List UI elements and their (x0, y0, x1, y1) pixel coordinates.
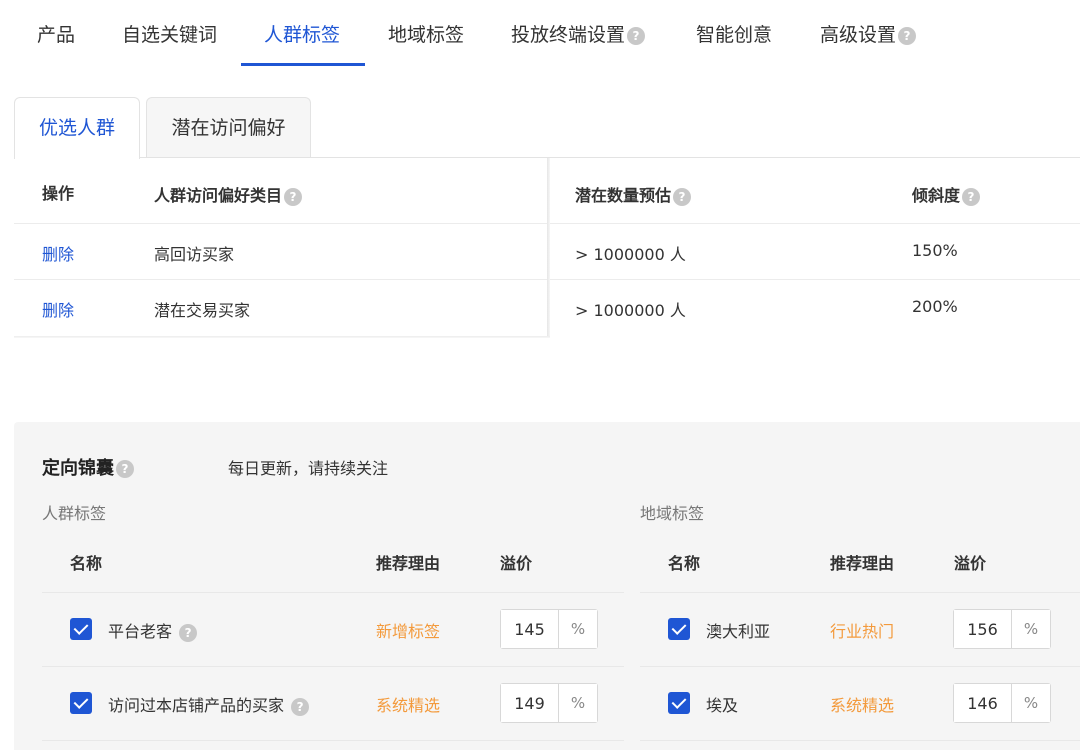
col-header-reason: 推荐理由 (376, 554, 441, 573)
audience-name: 平台老客 ? (108, 618, 198, 642)
row-divider (42, 666, 624, 667)
tab-device-settings[interactable]: 投放终端设置? (511, 0, 646, 66)
checkbox-checked-icon[interactable] (70, 692, 92, 714)
delete-link[interactable]: 删除 (42, 241, 74, 265)
tab-product[interactable]: 产品 (37, 0, 75, 66)
recommend-reason: 系统精选 (376, 696, 441, 715)
col-header-premium: 溢价 (954, 554, 987, 573)
help-icon[interactable]: ? (284, 187, 303, 206)
help-icon[interactable]: ? (116, 460, 134, 478)
recommend-reason: 新增标签 (376, 622, 441, 641)
delete-link[interactable]: 删除 (42, 297, 74, 321)
premium-input-group: % (500, 683, 598, 723)
col-header-tilt: 倾斜度? (912, 182, 981, 206)
tab-custom-keywords[interactable]: 自选关键词 (122, 0, 217, 66)
section-label-region: 地域标签 (640, 504, 705, 523)
percent-unit: % (559, 684, 597, 722)
row-divider (42, 592, 624, 593)
section-label-audience: 人群标签 (42, 504, 107, 523)
subtab-preferred-audience[interactable]: 优选人群 (14, 97, 140, 159)
help-icon[interactable]: ? (627, 26, 646, 45)
panel-title: 定向锦囊? (42, 454, 134, 480)
tab-label: 自选关键词 (122, 24, 218, 46)
row-divider (640, 592, 1080, 593)
col-header-estimate: 潜在数量预估? (575, 182, 692, 206)
col-header-name: 名称 (668, 554, 701, 573)
help-icon[interactable]: ? (673, 187, 692, 206)
tab-label: 投放终端设置 (511, 24, 626, 46)
percent-unit: % (1012, 610, 1050, 648)
premium-input[interactable] (501, 610, 559, 648)
col-header-action: 操作 (42, 184, 75, 203)
row-divider (640, 666, 1080, 667)
tab-label: 智能创意 (696, 24, 773, 46)
premium-input[interactable] (954, 610, 1012, 648)
tab-region-tags[interactable]: 地域标签 (388, 0, 464, 66)
tab-advanced-settings[interactable]: 高级设置? (820, 0, 917, 66)
col-header-reason: 推荐理由 (830, 554, 895, 573)
estimate-cell: > 1000000 人 (575, 301, 686, 320)
subtab-potential-visit-preference[interactable]: 潜在访问偏好 (146, 97, 311, 158)
audience-name: 访问过本店铺产品的买家 ? (108, 692, 310, 716)
tab-label: 人群标签 (264, 24, 341, 46)
region-name: 澳大利亚 (706, 622, 771, 641)
percent-unit: % (1012, 684, 1050, 722)
header-text: 潜在数量预估 (575, 186, 672, 205)
tab-smart-creative[interactable]: 智能创意 (696, 0, 772, 66)
tab-audience-tags[interactable]: 人群标签 (264, 0, 340, 66)
help-icon[interactable]: ? (962, 187, 981, 206)
premium-input-group: % (953, 609, 1051, 649)
percent-unit: % (559, 610, 597, 648)
panel-note: 每日更新，请持续关注 (228, 459, 389, 478)
recommend-reason: 行业热门 (830, 622, 895, 641)
tab-label: 地域标签 (388, 24, 465, 46)
tilt-cell: 200% (912, 297, 958, 316)
col-header-category: 人群访问偏好类目? (154, 182, 303, 206)
header-text: 倾斜度 (912, 186, 961, 205)
table-bottom-border (14, 336, 550, 338)
help-icon[interactable]: ? (898, 26, 917, 45)
header-text: 人群访问偏好类目 (154, 186, 283, 205)
row-divider (42, 740, 624, 741)
col-header-premium: 溢价 (500, 554, 533, 573)
tilt-cell: 150% (912, 241, 958, 260)
estimate-cell: > 1000000 人 (575, 245, 686, 264)
recommend-reason: 系统精选 (830, 696, 895, 715)
premium-input-group: % (953, 683, 1051, 723)
premium-input-group: % (500, 609, 598, 649)
checkbox-checked-icon[interactable] (668, 618, 690, 640)
category-cell: 高回访买家 (154, 245, 235, 264)
category-cell: 潜在交易买家 (154, 301, 251, 320)
premium-input[interactable] (954, 684, 1012, 722)
row-divider (640, 740, 1080, 741)
premium-input[interactable] (501, 684, 559, 722)
audience-name-text: 访问过本店铺产品的买家 (108, 696, 285, 715)
help-icon[interactable]: ? (291, 697, 310, 716)
help-icon[interactable]: ? (179, 623, 198, 642)
col-header-name: 名称 (70, 554, 103, 573)
tab-label: 产品 (37, 24, 76, 46)
tab-label: 高级设置 (820, 24, 897, 46)
checkbox-checked-icon[interactable] (668, 692, 690, 714)
region-name: 埃及 (706, 696, 739, 715)
top-tab-bar: 产品 自选关键词 人群标签 地域标签 投放终端设置? 智能创意 高级设置? (0, 0, 1080, 66)
panel-title-text: 定向锦囊 (42, 458, 114, 479)
fixed-column-shadow (547, 158, 550, 336)
active-tab-indicator (241, 63, 365, 66)
audience-name-text: 平台老客 (108, 622, 173, 641)
checkbox-checked-icon[interactable] (70, 618, 92, 640)
